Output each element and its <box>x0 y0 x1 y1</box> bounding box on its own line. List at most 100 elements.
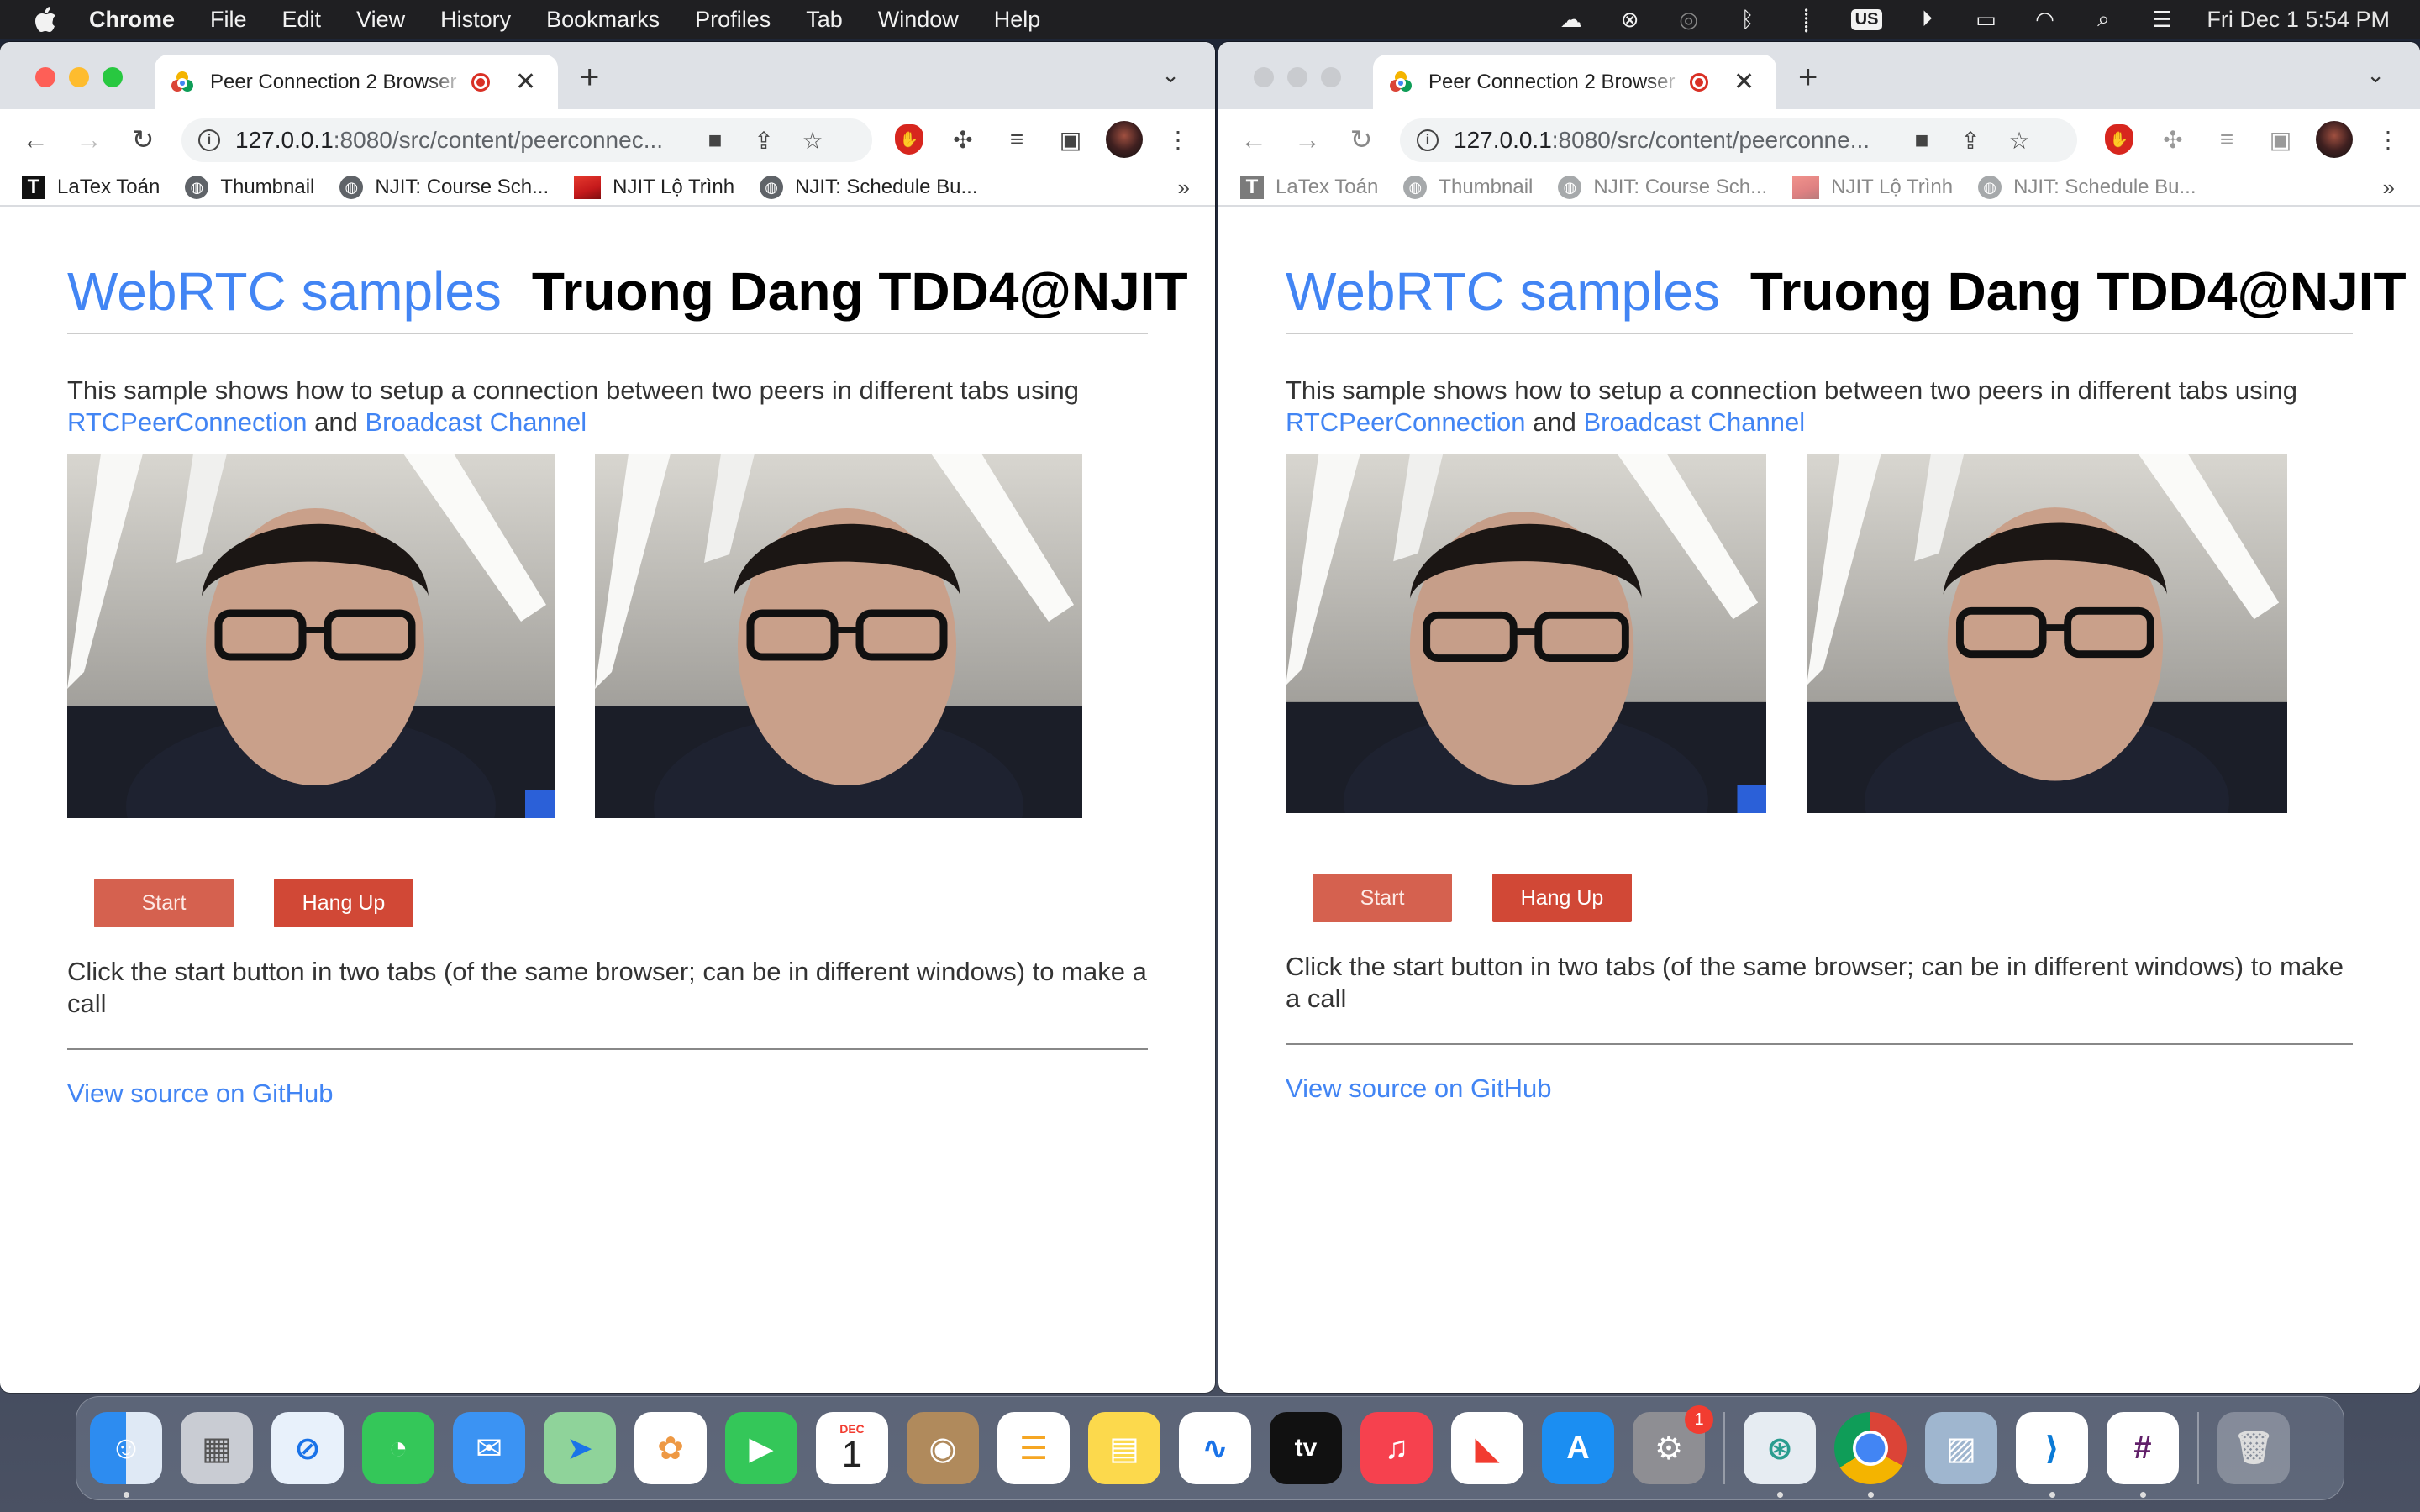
dock-music-icon[interactable]: ♫ <box>1360 1412 1433 1484</box>
menubar-clock[interactable]: Fri Dec 1 5:54 PM <box>2207 7 2390 33</box>
address-bar[interactable]: i 127.0.0.1:8080/src/content/peerconnec.… <box>182 118 872 162</box>
minimize-window-button[interactable] <box>69 67 89 87</box>
dock-trash-icon[interactable]: 🗑 <box>2217 1412 2290 1484</box>
bookmark-thumbnail[interactable]: ◍ Thumbnail <box>1403 176 1533 199</box>
forward-button[interactable]: → <box>1289 121 1326 158</box>
webrtc-samples-link[interactable]: WebRTC samples <box>67 260 502 323</box>
address-url[interactable]: 127.0.0.1:8080/src/content/peerconnec... <box>235 127 663 154</box>
broadcast-channel-link[interactable]: Broadcast Channel <box>365 407 587 437</box>
view-source-link[interactable]: View source on GitHub <box>1286 1074 1551 1103</box>
zoom-window-button[interactable] <box>1321 67 1341 87</box>
menu-help[interactable]: Help <box>994 7 1041 33</box>
menu-tab[interactable]: Tab <box>806 7 843 33</box>
side-panel-icon[interactable]: ▣ <box>1052 121 1089 158</box>
tab-peer-connection[interactable]: Peer Connection 2 Browser ✕ <box>155 55 558 109</box>
bookmark-schedule-builder[interactable]: ◍ NJIT: Schedule Bu... <box>1978 176 2196 199</box>
profile-avatar[interactable] <box>1106 121 1143 158</box>
bookmarks-overflow-icon[interactable]: » <box>2383 175 2395 201</box>
extensions-puzzle-icon[interactable]: ✣ <box>944 121 981 158</box>
dock-vscode-icon[interactable]: ⟩ <box>2016 1412 2088 1498</box>
profile-avatar[interactable] <box>2316 121 2353 158</box>
media-controls-icon[interactable]: ≡ <box>2208 121 2245 158</box>
camera-in-use-icon[interactable]: ■ <box>1908 127 1935 154</box>
dock-freeform-icon[interactable]: ∿ <box>1179 1412 1251 1484</box>
airpods-icon[interactable]: ⸽ <box>1792 7 1821 33</box>
menu-profiles[interactable]: Profiles <box>695 7 771 33</box>
chrome-menu-icon[interactable]: ⋮ <box>2370 121 2407 158</box>
hang-up-button[interactable]: Hang Up <box>1492 874 1632 922</box>
dock-notes-icon[interactable]: ▤ <box>1088 1412 1160 1484</box>
start-button[interactable]: Start <box>94 879 234 927</box>
media-controls-icon[interactable]: ≡ <box>998 121 1035 158</box>
view-source-link[interactable]: View source on GitHub <box>67 1079 333 1108</box>
airdrop-icon[interactable]: ◎ <box>1675 7 1703 32</box>
dock-reminders-icon[interactable]: ☰ <box>997 1412 1070 1484</box>
remote-video[interactable] <box>595 454 1082 818</box>
apple-menu-icon[interactable] <box>34 5 59 34</box>
bookmark-latex[interactable]: T LaTex Toán <box>1240 176 1378 199</box>
address-url[interactable]: 127.0.0.1:8080/src/content/peerconne... <box>1454 127 1870 154</box>
dock-finder-icon[interactable]: ☺ <box>90 1412 162 1498</box>
adblock-extension-icon[interactable]: ✋ <box>891 121 928 158</box>
battery-icon[interactable]: ▭ <box>1971 7 2000 32</box>
dock-launchpad-icon[interactable]: ▦ <box>181 1412 253 1484</box>
rtcpeerconnection-link[interactable]: RTCPeerConnection <box>1286 407 1525 437</box>
screen-share-icon[interactable]: ⊗ <box>1616 7 1644 32</box>
webrtc-samples-link[interactable]: WebRTC samples <box>1286 260 1720 323</box>
back-button[interactable]: ← <box>17 121 54 158</box>
adblock-extension-icon[interactable]: ✋ <box>2101 121 2138 158</box>
dock-safari-icon[interactable]: ⊘ <box>271 1412 344 1484</box>
dock-network-app-icon[interactable]: ⊛ <box>1744 1412 1816 1498</box>
dock-preview-icon[interactable]: ▨ <box>1925 1412 1997 1484</box>
tab-peer-connection[interactable]: Peer Connection 2 Browser ✕ <box>1373 55 1776 109</box>
dock-chrome-icon[interactable] <box>1834 1412 1907 1498</box>
dock-slack-icon[interactable]: # <box>2107 1412 2179 1498</box>
tab-search-chevron-icon[interactable]: ⌄ <box>1161 62 1180 88</box>
dock-app-store-icon[interactable]: A <box>1542 1412 1614 1484</box>
dock-messages-icon[interactable]: ◔ <box>362 1412 434 1484</box>
chrome-menu-icon[interactable]: ⋮ <box>1160 121 1197 158</box>
dock-contacts-icon[interactable]: ◉ <box>907 1412 979 1484</box>
extensions-puzzle-icon[interactable]: ✣ <box>2154 121 2191 158</box>
dock-tv-icon[interactable]: tv <box>1270 1412 1342 1484</box>
back-button[interactable]: ← <box>1235 121 1272 158</box>
dock-news-icon[interactable]: ◣ <box>1451 1412 1523 1484</box>
site-info-icon[interactable]: i <box>1417 129 1439 151</box>
reload-button[interactable]: ↻ <box>1343 121 1380 158</box>
dock-mail-icon[interactable]: ✉ <box>453 1412 525 1484</box>
broadcast-channel-link[interactable]: Broadcast Channel <box>1583 407 1805 437</box>
forward-button[interactable]: → <box>71 121 108 158</box>
menu-view[interactable]: View <box>356 7 405 33</box>
dock-system-settings-icon[interactable]: ⚙ 1 <box>1633 1405 1713 1484</box>
play-icon[interactable]: ⏵ <box>1912 6 1941 32</box>
menu-edit[interactable]: Edit <box>282 7 322 33</box>
address-bar[interactable]: i 127.0.0.1:8080/src/content/peerconne..… <box>1400 118 2077 162</box>
bookmark-star-icon[interactable]: ☆ <box>2006 127 2033 155</box>
dock-facetime-icon[interactable]: ▶ <box>725 1412 797 1484</box>
rtcpeerconnection-link[interactable]: RTCPeerConnection <box>67 407 307 437</box>
creative-cloud-icon[interactable]: ☁ <box>1557 7 1586 32</box>
tab-search-chevron-icon[interactable]: ⌄ <box>2366 62 2385 88</box>
bookmark-thumbnail[interactable]: ◍ Thumbnail <box>185 176 314 199</box>
remote-video[interactable] <box>1807 454 2287 813</box>
menu-bookmarks[interactable]: Bookmarks <box>546 7 660 33</box>
search-icon[interactable]: ⌕ <box>2089 6 2118 32</box>
close-tab-icon[interactable]: ✕ <box>1733 67 1754 97</box>
local-video[interactable] <box>1286 454 1766 813</box>
dock-photos-icon[interactable]: ✿ <box>634 1412 707 1484</box>
camera-in-use-icon[interactable]: ■ <box>702 127 729 154</box>
dock-calendar-icon[interactable]: DEC 1 <box>816 1412 888 1484</box>
new-tab-button[interactable]: + <box>580 59 599 97</box>
control-center-icon[interactable]: ☰ <box>2148 7 2176 32</box>
wifi-icon[interactable]: ◠ <box>2030 7 2059 32</box>
local-video[interactable] <box>67 454 555 818</box>
side-panel-icon[interactable]: ▣ <box>2262 121 2299 158</box>
bookmark-njit-lo-trinh[interactable]: NJIT Lộ Trình <box>574 176 734 199</box>
bookmark-schedule-builder[interactable]: ◍ NJIT: Schedule Bu... <box>760 176 978 199</box>
bookmark-njit-lo-trinh[interactable]: NJIT Lộ Trình <box>1792 176 1953 199</box>
new-tab-button[interactable]: + <box>1798 59 1818 97</box>
bookmark-course-schedule[interactable]: ◍ NJIT: Course Sch... <box>1558 176 1767 199</box>
reload-button[interactable]: ↻ <box>124 121 161 158</box>
hang-up-button[interactable]: Hang Up <box>274 879 413 927</box>
menu-app-name[interactable]: Chrome <box>89 7 175 33</box>
